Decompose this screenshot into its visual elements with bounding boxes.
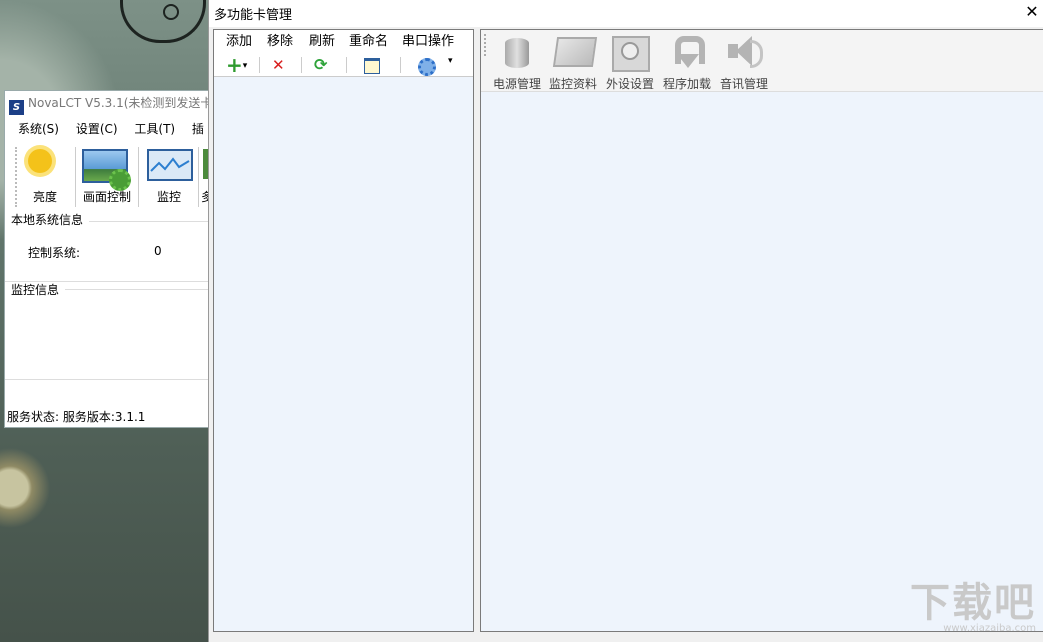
- card-list-toolbar: 添加 移除 刷新 重命名 串口操作 +▾ ✕ ⟳ ▾: [214, 30, 473, 77]
- wallpaper-branch: [120, 0, 206, 43]
- download-arrow-icon: [669, 34, 705, 70]
- peripheral-settings-button[interactable]: 外设设置: [602, 32, 658, 91]
- power-cylinder-icon: [499, 34, 535, 70]
- remove-button[interactable]: ✕: [272, 55, 290, 75]
- wallpaper-drop: [163, 4, 179, 20]
- speaker-icon: [726, 34, 763, 70]
- novalct-toolbar: 亮度 画面控制 监控 多: [5, 143, 211, 209]
- local-system-info-heading: 本地系统信息: [11, 213, 84, 227]
- power-management-button[interactable]: 电源管理: [489, 32, 545, 91]
- add-menu[interactable]: 添加: [226, 33, 252, 51]
- audio-management-button[interactable]: 音讯管理: [716, 32, 772, 91]
- divider: [89, 221, 209, 222]
- monitor-label: 监控: [156, 190, 181, 204]
- screen-control-button[interactable]: 画面控制: [79, 143, 135, 209]
- serial-operation-button[interactable]: ▾: [418, 55, 458, 76]
- divider: [65, 289, 209, 290]
- novalct-window: S NovaLCT V5.3.1(未检测到发送卡 系统(S) 设置(C) 工具(T…: [4, 90, 212, 428]
- menu-system[interactable]: 系统(S): [18, 118, 59, 140]
- refresh-icon: ⟳: [314, 55, 328, 74]
- novalct-titlebar: S NovaLCT V5.3.1(未检测到发送卡: [5, 91, 211, 115]
- toolbar-separator: [198, 147, 199, 207]
- rename-window-icon: [364, 58, 380, 74]
- menu-settings[interactable]: 设置(C): [76, 118, 118, 140]
- control-system-value: 0: [154, 244, 162, 258]
- power-management-label: 电源管理: [492, 77, 541, 91]
- toolbar-separator: [346, 57, 347, 73]
- toolbar-separator: [138, 147, 139, 207]
- window-titlebar: 多功能卡管理 ✕: [209, 0, 1043, 27]
- novalct-menubar: 系统(S) 设置(C) 工具(T) 插: [5, 118, 211, 140]
- novalct-logo-icon: S: [9, 100, 24, 115]
- toolbar-separator: [301, 57, 302, 73]
- program-load-button[interactable]: 程序加载: [659, 32, 715, 91]
- serial-port-gear-icon: [418, 58, 436, 76]
- divider: [5, 379, 211, 380]
- monitor-button[interactable]: 监控: [141, 143, 197, 209]
- monitor-chart-icon: [147, 149, 193, 181]
- card-function-panel: 电源管理 监控资料 外设设置 程序加载 音讯管理: [480, 29, 1043, 632]
- add-button[interactable]: +▾: [226, 55, 254, 75]
- watermark-main: 下载吧: [910, 580, 1036, 626]
- brightness-button[interactable]: 亮度: [19, 143, 71, 209]
- monitor-info-heading: 监控信息: [11, 283, 60, 297]
- card-function-toolbar: 电源管理 监控资料 外设设置 程序加载 音讯管理: [481, 30, 1043, 92]
- peripheral-settings-label: 外设设置: [605, 77, 654, 91]
- toolbar-grip: [484, 34, 486, 56]
- window-title: 多功能卡管理: [214, 8, 293, 23]
- plus-icon: +: [226, 53, 243, 77]
- monitor-screen-icon: [552, 34, 598, 70]
- screen-control-label: 画面控制: [82, 190, 131, 204]
- monitor-data-label: 监控资料: [548, 77, 597, 91]
- serial-operation-menu[interactable]: 串口操作: [402, 33, 454, 51]
- close-icon[interactable]: ✕: [1020, 0, 1043, 24]
- watermark: 下载吧 www.xiazaiba.com: [910, 583, 1036, 634]
- delete-icon: ✕: [272, 56, 285, 74]
- remove-menu[interactable]: 移除: [267, 33, 293, 51]
- toolbar-grip: [15, 147, 17, 207]
- control-system-label: 控制系统:: [28, 246, 81, 260]
- menu-tools[interactable]: 工具(T): [134, 118, 175, 140]
- audio-management-label: 音讯管理: [719, 77, 768, 91]
- peripheral-device-icon: [612, 34, 650, 72]
- refresh-button[interactable]: ⟳: [314, 55, 332, 75]
- rename-button[interactable]: [364, 55, 382, 75]
- brightness-label: 亮度: [32, 190, 57, 204]
- serial-dropdown-icon[interactable]: ▾: [448, 56, 453, 66]
- multifunction-card-window: 多功能卡管理 ✕ 添加 移除 刷新 重命名 串口操作 +▾ ✕ ⟳ ▾ 电源管理…: [208, 0, 1043, 642]
- service-status: 服务状态: 服务版本:3.1.1: [7, 410, 146, 424]
- card-list-panel: 添加 移除 刷新 重命名 串口操作 +▾ ✕ ⟳ ▾: [213, 29, 474, 632]
- novalct-title: NovaLCT V5.3.1(未检测到发送卡: [28, 96, 211, 110]
- rename-menu[interactable]: 重命名: [349, 33, 388, 51]
- toolbar-separator: [259, 57, 260, 73]
- add-dropdown-icon[interactable]: ▾: [243, 61, 248, 71]
- menu-plugin[interactable]: 插: [192, 118, 204, 140]
- monitor-data-button[interactable]: 监控资料: [545, 32, 601, 91]
- refresh-menu[interactable]: 刷新: [309, 33, 335, 51]
- sun-icon: [28, 149, 52, 173]
- program-load-label: 程序加载: [662, 77, 711, 91]
- toolbar-separator: [75, 147, 76, 207]
- toolbar-separator: [400, 57, 401, 73]
